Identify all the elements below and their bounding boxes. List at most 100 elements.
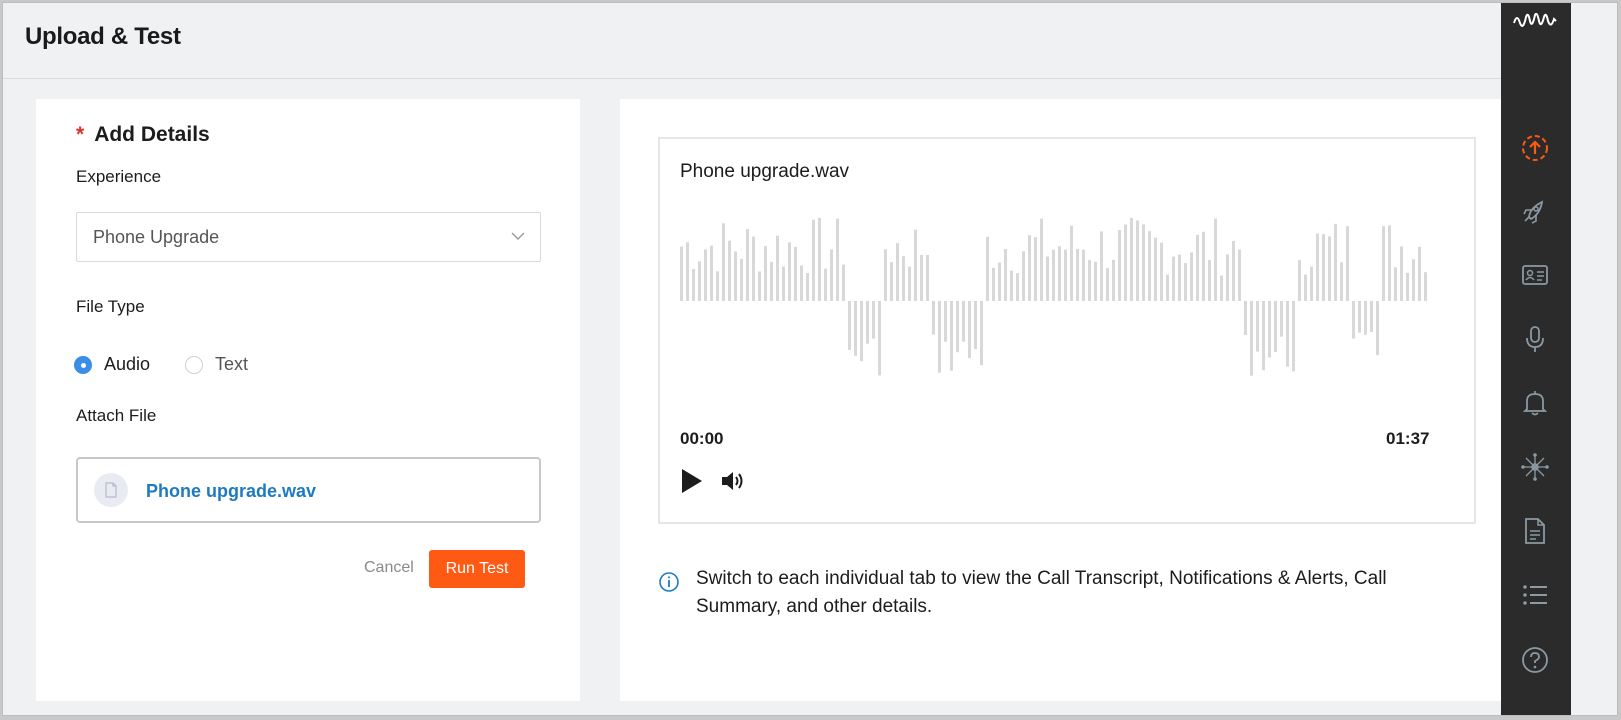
waveform-bar xyxy=(938,301,941,373)
waveform-bar xyxy=(1034,237,1037,301)
waveform-bar xyxy=(1340,262,1343,301)
id-card-icon xyxy=(1522,265,1548,285)
waveform-bar xyxy=(704,249,707,301)
nav-voice[interactable] xyxy=(1518,322,1552,356)
waveform-bar xyxy=(722,223,725,301)
waveform-bar xyxy=(1148,231,1151,301)
page-title: Upload & Test xyxy=(25,23,181,50)
waveform-bar xyxy=(770,261,773,301)
app-window: Upload & Test * Add Details Experience Ph… xyxy=(2,2,1618,716)
waveform-bar xyxy=(1418,246,1421,301)
waveform-bar xyxy=(1352,301,1355,339)
waveform-bar xyxy=(992,267,995,301)
attached-file[interactable]: Phone upgrade.wav xyxy=(76,457,541,523)
waveform-bar xyxy=(1232,240,1235,301)
waveform-bar xyxy=(1214,218,1217,301)
experience-label: Experience xyxy=(76,167,162,186)
radio-text[interactable]: Text xyxy=(185,354,248,375)
nav-notifications[interactable] xyxy=(1518,386,1552,420)
waveform-bar xyxy=(680,246,683,301)
waveform-bar xyxy=(686,242,689,301)
microphone-icon xyxy=(1526,326,1544,352)
attached-file-name[interactable]: Phone upgrade.wav xyxy=(146,481,316,502)
waveform-bar xyxy=(728,240,731,301)
network-icon xyxy=(1521,453,1549,481)
nav-upload[interactable] xyxy=(1518,131,1552,165)
waveform-bar xyxy=(1106,268,1109,301)
waveform-bar xyxy=(980,301,983,366)
nav-integrations[interactable] xyxy=(1518,450,1552,484)
waveform-bar xyxy=(1256,301,1259,352)
waveform-bar xyxy=(1220,275,1223,301)
section-title-text: Add Details xyxy=(94,123,210,146)
waveform-bar xyxy=(812,219,815,301)
waveform-bar xyxy=(716,271,719,301)
waveform-bar xyxy=(710,245,713,301)
waveform-bar xyxy=(908,266,911,301)
waveform-bar xyxy=(866,301,869,344)
waveform-bar xyxy=(998,262,1001,301)
waveform-bar xyxy=(950,301,953,371)
results-card: Phone upgrade.wav 00:00 01:37 Switch to … xyxy=(620,99,1531,701)
nav-list[interactable] xyxy=(1518,578,1552,612)
waveform-bar xyxy=(800,265,803,301)
nav-documents[interactable] xyxy=(1518,514,1552,548)
waveform-bar xyxy=(1244,301,1247,336)
waveform-bar xyxy=(1406,272,1409,301)
waveform-bar xyxy=(836,218,839,301)
list-icon xyxy=(1523,585,1547,605)
waveform-bar xyxy=(1028,235,1031,301)
waveform-bar xyxy=(1082,249,1085,301)
radio-audio-label: Audio xyxy=(104,354,151,374)
waveform-bar xyxy=(1286,301,1289,367)
audio-waveform[interactable] xyxy=(680,211,1440,421)
details-card: * Add Details Experience Phone Upgrade Fi… xyxy=(36,99,580,701)
waveform-bar xyxy=(776,235,779,301)
play-icon[interactable] xyxy=(680,467,704,495)
waveform-bar xyxy=(1262,301,1265,371)
chevron-down-icon xyxy=(511,232,525,240)
waveform-bar xyxy=(1346,226,1349,301)
experience-select[interactable]: Phone Upgrade xyxy=(76,212,541,262)
waveform-bar xyxy=(752,236,755,301)
radio-audio-dot xyxy=(74,355,92,374)
waveform-bar xyxy=(1160,242,1163,301)
waveform-bar xyxy=(692,269,695,301)
waveform-bar xyxy=(1010,270,1013,301)
nav-deploy[interactable] xyxy=(1518,194,1552,228)
waveform-bar xyxy=(872,301,875,339)
waveform-bar xyxy=(698,261,701,301)
file-type-label: File Type xyxy=(76,297,145,316)
volume-icon[interactable] xyxy=(720,469,746,493)
waveform-bar xyxy=(1076,248,1079,301)
waveform-bar xyxy=(1172,256,1175,301)
waveform-logo xyxy=(1513,12,1557,27)
run-test-button[interactable]: Run Test xyxy=(429,550,525,588)
waveform-bar xyxy=(1190,252,1193,301)
waveform-bar xyxy=(1154,237,1157,301)
waveform-bar xyxy=(902,256,905,301)
waveform-bar xyxy=(1058,246,1061,301)
audio-player: Phone upgrade.wav 00:00 01:37 xyxy=(658,137,1476,524)
waveform-bar xyxy=(890,262,893,301)
radio-audio[interactable]: Audio xyxy=(74,354,150,375)
waveform-bar xyxy=(926,254,929,301)
audio-file-name: Phone upgrade.wav xyxy=(680,161,850,182)
nav-help[interactable] xyxy=(1518,643,1552,677)
waveform-bar xyxy=(764,246,767,301)
experience-value: Phone Upgrade xyxy=(93,227,220,247)
waveform-bar xyxy=(1052,249,1055,301)
waveform-bar xyxy=(962,301,965,342)
cancel-button[interactable]: Cancel xyxy=(364,559,414,577)
waveform-bar xyxy=(758,271,761,301)
waveform-bar xyxy=(1280,301,1283,337)
waveform-bar xyxy=(1322,234,1325,301)
waveform-bar xyxy=(1040,218,1043,301)
nav-profile[interactable] xyxy=(1518,258,1552,292)
waveform-bar xyxy=(854,301,857,356)
waveform-bar xyxy=(956,301,959,353)
waveform-bar xyxy=(782,266,785,301)
attach-file-label: Attach File xyxy=(76,406,157,425)
waveform-bar xyxy=(1250,301,1253,376)
rocket-icon xyxy=(1523,200,1544,224)
